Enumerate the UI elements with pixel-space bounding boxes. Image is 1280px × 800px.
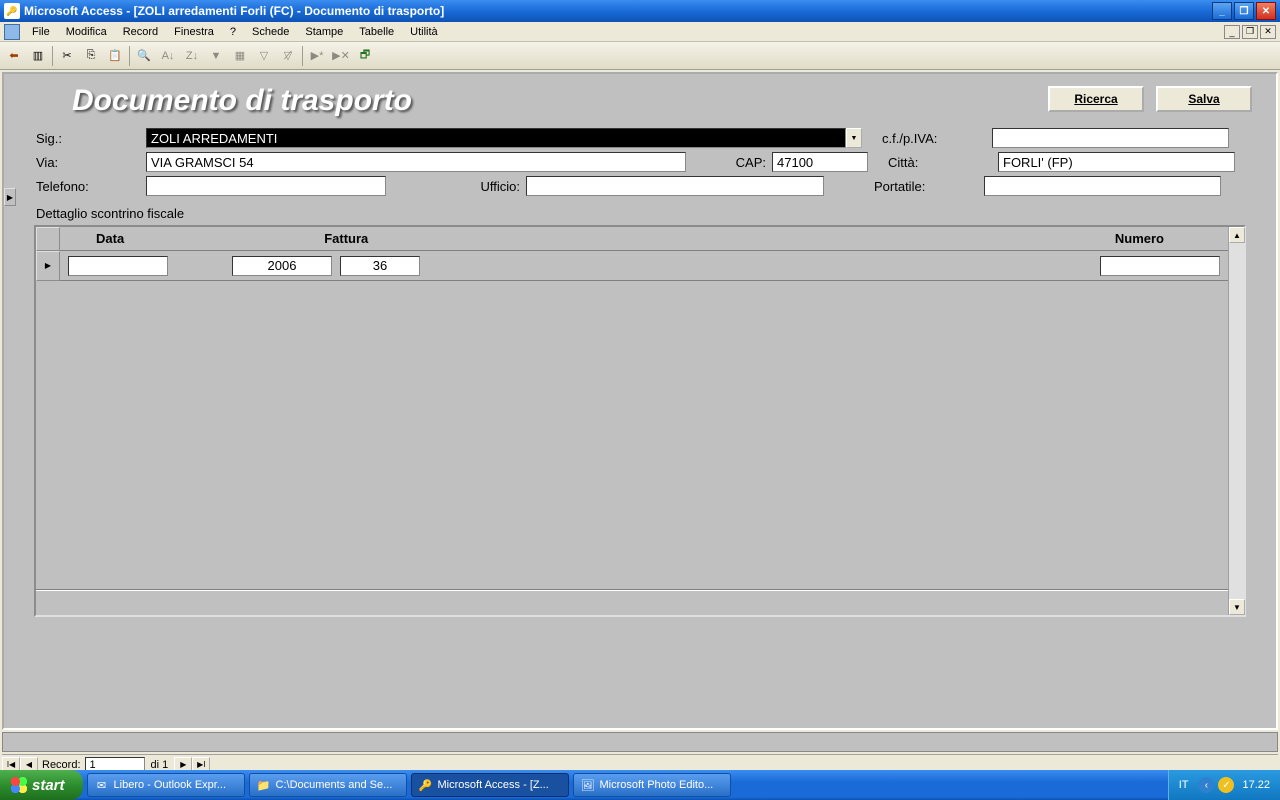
scroll-down-button[interactable]: ▼: [1229, 599, 1245, 615]
apply-filter-icon[interactable]: ▽: [253, 45, 275, 67]
outlook-icon: ✉: [94, 777, 110, 793]
menu-stampe[interactable]: Stampe: [297, 24, 351, 40]
subform-footer-divider: [36, 589, 1228, 591]
tray-icon-1[interactable]: ‹: [1198, 777, 1214, 793]
sig-label: Sig.:: [36, 131, 146, 146]
menu-utilita[interactable]: Utilità: [402, 24, 446, 40]
language-indicator[interactable]: IT: [1179, 779, 1189, 791]
menu-tabelle[interactable]: Tabelle: [351, 24, 402, 40]
filter-form-icon[interactable]: ▦: [229, 45, 251, 67]
row-fattura-num-input[interactable]: [340, 256, 420, 276]
design-view-icon[interactable]: ▥: [27, 45, 49, 67]
cfpiva-input[interactable]: [992, 128, 1229, 148]
record-label: Record:: [42, 759, 81, 771]
via-input[interactable]: [146, 152, 686, 172]
menu-schede[interactable]: Schede: [244, 24, 297, 40]
portatile-label: Portatile:: [874, 179, 984, 194]
mdi-minimize-button[interactable]: _: [1224, 25, 1240, 39]
subform-body: [36, 251, 1244, 591]
row-fattura-anno-input[interactable]: [232, 256, 332, 276]
remove-filter-icon[interactable]: ▽̸: [277, 45, 299, 67]
sort-asc-icon[interactable]: A↓: [157, 45, 179, 67]
taskbar-item-access[interactable]: 🔑 Microsoft Access - [Z...: [411, 773, 569, 797]
col-data: Data: [96, 231, 124, 246]
taskbar-item-explorer[interactable]: 📁 C:\Documents and Se...: [249, 773, 407, 797]
database-window-icon[interactable]: 🗗: [354, 45, 376, 67]
menu-finestra[interactable]: Finestra: [166, 24, 222, 40]
folder-icon: 📁: [256, 777, 272, 793]
scroll-up-button[interactable]: ▲: [1229, 227, 1245, 243]
copy-icon[interactable]: ⎘: [80, 45, 102, 67]
find-icon[interactable]: 🔍: [133, 45, 155, 67]
row-selector[interactable]: [36, 251, 60, 281]
citta-label: Città:: [888, 155, 998, 170]
sig-dropdown-button[interactable]: ▼: [846, 128, 862, 148]
form-area: Ricerca Salva Documento di trasporto Sig…: [2, 72, 1278, 730]
tray-icon-2[interactable]: ✓: [1218, 777, 1234, 793]
subform-dettaglio: Data Fattura Numero ▲ ▼: [34, 225, 1246, 617]
ufficio-label: Ufficio:: [406, 179, 526, 194]
sort-desc-icon[interactable]: Z↓: [181, 45, 203, 67]
paste-icon[interactable]: 📋: [104, 45, 126, 67]
menubar: File Modifica Record Finestra ? Schede S…: [0, 22, 1280, 42]
filter-selection-icon[interactable]: ▼: [205, 45, 227, 67]
cap-label: CAP:: [710, 155, 766, 170]
system-tray: IT ‹ ✓ 17.22: [1168, 770, 1280, 800]
via-label: Via:: [36, 155, 146, 170]
start-button[interactable]: start: [0, 770, 83, 800]
subform-header: Data Fattura Numero: [36, 227, 1244, 251]
form-icon: [4, 24, 20, 40]
app-icon: 🔑: [4, 3, 20, 19]
photo-editor-icon: 🖼: [580, 777, 596, 793]
dettaglio-label: Dettaglio scontrino fiscale: [4, 198, 1276, 223]
salva-button[interactable]: Salva: [1156, 86, 1252, 112]
row-numero-input[interactable]: [1100, 256, 1220, 276]
close-button[interactable]: ✕: [1256, 2, 1276, 20]
menu-help[interactable]: ?: [222, 24, 244, 40]
portatile-input[interactable]: [984, 176, 1221, 196]
telefono-label: Telefono:: [36, 179, 146, 194]
close-form-icon[interactable]: ⬅: [3, 45, 25, 67]
subform-scrollbar[interactable]: ▲ ▼: [1228, 227, 1244, 615]
col-fattura: Fattura: [324, 231, 368, 246]
taskbar-item-outlook[interactable]: ✉ Libero - Outlook Expr...: [87, 773, 245, 797]
sig-input[interactable]: [146, 128, 846, 148]
toolbar: ⬅ ▥ ✂ ⎘ 📋 🔍 A↓ Z↓ ▼ ▦ ▽ ▽̸ ▶* ▶✕ 🗗: [0, 42, 1280, 70]
ufficio-input[interactable]: [526, 176, 824, 196]
form-footer-bar: [2, 732, 1278, 752]
delete-record-icon[interactable]: ▶✕: [330, 45, 352, 67]
subform-select-all[interactable]: [36, 227, 60, 251]
window-title: Microsoft Access - [ZOLI arredamenti For…: [24, 4, 444, 18]
cap-input[interactable]: [772, 152, 868, 172]
windows-logo-icon: [10, 776, 28, 794]
minimize-button[interactable]: _: [1212, 2, 1232, 20]
mdi-close-button[interactable]: ✕: [1260, 25, 1276, 39]
mdi-restore-button[interactable]: ❐: [1242, 25, 1258, 39]
cfpiva-label: c.f./p.IVA:: [882, 131, 992, 146]
clock[interactable]: 17.22: [1242, 779, 1270, 791]
taskbar-item-photoeditor[interactable]: 🖼 Microsoft Photo Edito...: [573, 773, 731, 797]
col-numero: Numero: [1115, 231, 1164, 246]
menu-record[interactable]: Record: [115, 24, 166, 40]
ricerca-button[interactable]: Ricerca: [1048, 86, 1144, 112]
citta-input[interactable]: [998, 152, 1235, 172]
row-data-input[interactable]: [68, 256, 168, 276]
taskbar: start ✉ Libero - Outlook Expr... 📁 C:\Do…: [0, 770, 1280, 800]
cut-icon[interactable]: ✂: [56, 45, 78, 67]
maximize-button[interactable]: ❐: [1234, 2, 1254, 20]
access-icon: 🔑: [418, 777, 434, 793]
telefono-input[interactable]: [146, 176, 386, 196]
record-of-label: di 1: [151, 759, 169, 771]
record-selector[interactable]: [4, 188, 16, 206]
menu-modifica[interactable]: Modifica: [58, 24, 115, 40]
window-titlebar: 🔑 Microsoft Access - [ZOLI arredamenti F…: [0, 0, 1280, 22]
new-record-icon[interactable]: ▶*: [306, 45, 328, 67]
menu-file[interactable]: File: [24, 24, 58, 40]
subform-row: [36, 251, 1244, 281]
